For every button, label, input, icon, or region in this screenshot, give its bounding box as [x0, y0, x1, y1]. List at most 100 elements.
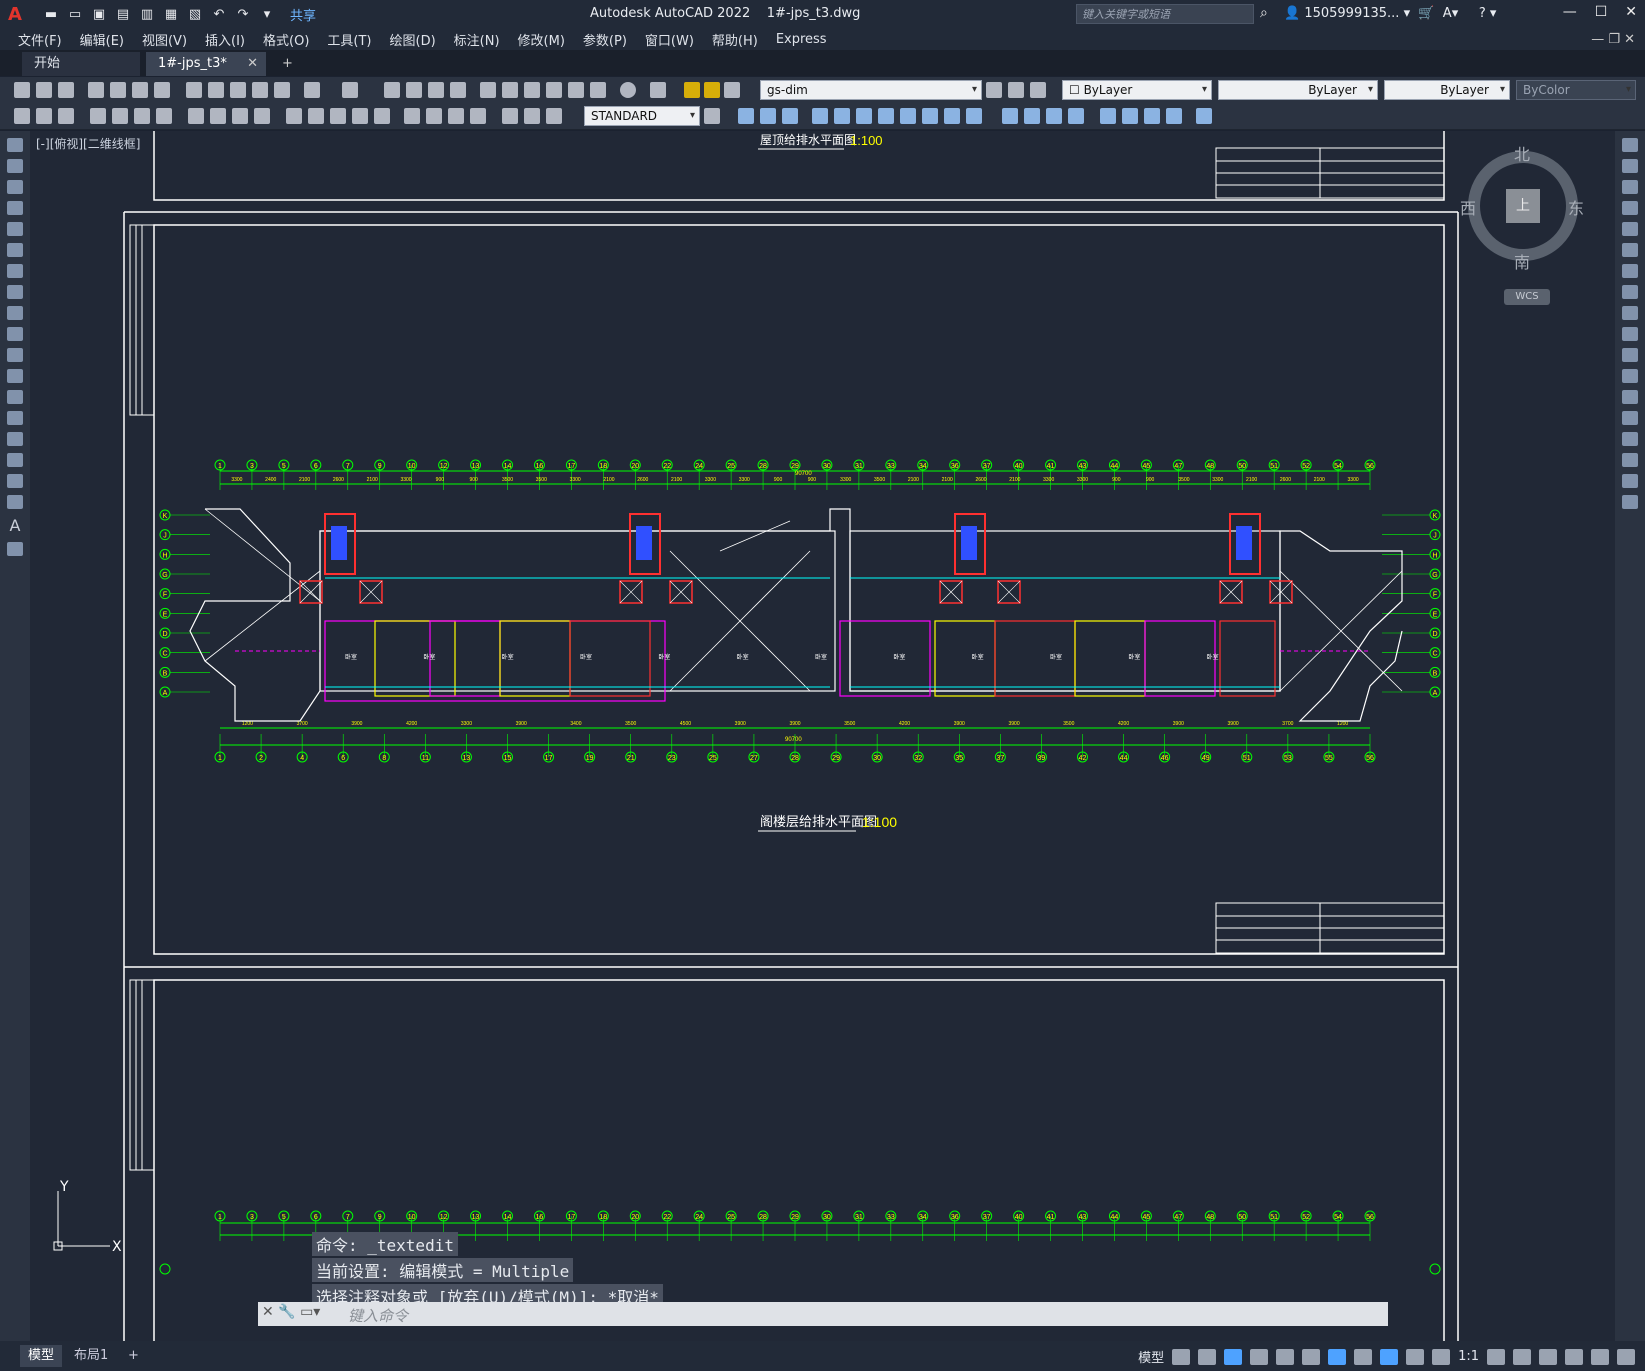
isodraft-icon[interactable] — [1276, 1348, 1295, 1365]
circle-icon[interactable] — [7, 264, 23, 278]
aligned-dim-icon[interactable] — [112, 108, 128, 124]
menu-format[interactable]: 格式(O) — [263, 30, 309, 49]
annotation-monitor-icon[interactable] — [1513, 1348, 1531, 1365]
plot-icon[interactable] — [88, 82, 104, 98]
polygon-icon[interactable] — [7, 201, 23, 215]
linetype-dropdown[interactable]: ByLayer ▾ — [1218, 80, 1378, 100]
continue-dim-icon[interactable] — [330, 108, 346, 124]
extend-icon[interactable] — [1622, 348, 1638, 362]
solid-edit-icon[interactable] — [1068, 108, 1084, 124]
center-mark-icon[interactable] — [426, 108, 442, 124]
layer-dropdown[interactable]: gs-dim ▾ — [760, 80, 982, 100]
publish-icon[interactable] — [132, 82, 148, 98]
rotate-icon[interactable] — [1622, 264, 1638, 278]
solid-edit-icon[interactable] — [1122, 108, 1138, 124]
dim-space-icon[interactable] — [352, 108, 368, 124]
menu-modify[interactable]: 修改(M) — [518, 30, 565, 49]
jogged-dim-icon[interactable] — [210, 108, 226, 124]
stretch-icon[interactable] — [1622, 306, 1638, 320]
match-properties-icon[interactable] — [252, 82, 268, 98]
cut-icon[interactable] — [186, 82, 202, 98]
ellipse-arc-icon[interactable] — [7, 348, 23, 362]
viewport-tool-icon[interactable] — [738, 108, 754, 124]
layer-on-icon[interactable] — [684, 82, 700, 98]
layer-states-icon[interactable] — [1030, 82, 1046, 98]
annotation-visibility-icon[interactable] — [1380, 1348, 1399, 1365]
undo-icon[interactable]: ↶ — [210, 5, 228, 23]
quick-dim-icon[interactable] — [286, 108, 302, 124]
table-icon[interactable] — [7, 495, 23, 509]
compass-west[interactable]: 西 — [1460, 195, 1476, 219]
fillet-icon[interactable] — [1622, 453, 1638, 467]
break-at-point-icon[interactable] — [1622, 369, 1638, 383]
menu-tools[interactable]: 工具(T) — [327, 30, 371, 49]
inspect-icon[interactable] — [448, 108, 464, 124]
menu-insert[interactable]: 插入(I) — [205, 30, 245, 49]
rectangle-icon[interactable] — [7, 222, 23, 236]
polar-icon[interactable] — [1250, 1348, 1269, 1365]
hatch-icon[interactable] — [7, 432, 23, 446]
layer-previous-icon[interactable] — [1008, 82, 1024, 98]
model-space-label[interactable]: 模型 — [1138, 1347, 1164, 1366]
search-input[interactable]: 键入关键字或短语 — [1076, 4, 1254, 24]
menu-view[interactable]: 视图(V) — [142, 30, 187, 49]
new-icon[interactable]: ▬ — [42, 5, 60, 23]
baseline-dim-icon[interactable] — [308, 108, 324, 124]
save-icon[interactable] — [58, 82, 74, 98]
object-snap-icon[interactable] — [1328, 1348, 1347, 1365]
solid-edit-icon[interactable] — [1024, 108, 1040, 124]
layer-properties-icon[interactable] — [650, 82, 666, 98]
object-track-icon[interactable] — [1302, 1348, 1321, 1365]
qnew-icon[interactable] — [14, 82, 30, 98]
tab-start[interactable]: 开始 — [22, 52, 140, 76]
compass-north[interactable]: 北 — [1514, 141, 1530, 165]
menu-window[interactable]: 窗口(W) — [645, 30, 694, 49]
ortho-icon[interactable] — [1224, 1348, 1243, 1365]
solid-tool-icon[interactable] — [856, 108, 872, 124]
menu-file[interactable]: 文件(F) — [18, 30, 62, 49]
viewcube-face[interactable]: 上 — [1506, 189, 1540, 223]
open-icon[interactable]: ▭ — [66, 5, 84, 23]
drawing-canvas[interactable]: [-][俯视][二维线框] 屋顶给排水平面图 1:100 阁楼层给排水平面图 1… — [30, 131, 1615, 1341]
paste-icon[interactable] — [230, 82, 246, 98]
trim-icon[interactable] — [1622, 327, 1638, 341]
markup-icon[interactable] — [568, 82, 584, 98]
wcs-menu[interactable]: WCS — [1504, 289, 1550, 305]
preview-icon[interactable] — [110, 82, 126, 98]
modify-tool-icon[interactable] — [36, 108, 52, 124]
solid-edit-icon[interactable] — [1002, 108, 1018, 124]
maximize-button[interactable]: ☐ — [1595, 4, 1608, 20]
properties-icon[interactable] — [480, 82, 496, 98]
help-icon[interactable] — [620, 82, 636, 98]
copy-object-icon[interactable] — [1622, 159, 1638, 173]
layer-freeze-icon[interactable] — [704, 82, 720, 98]
solid-tool-icon[interactable] — [944, 108, 960, 124]
compass-east[interactable]: 东 — [1568, 195, 1584, 219]
solid-tool-icon[interactable] — [878, 108, 894, 124]
make-current-layer-icon[interactable] — [986, 82, 1002, 98]
sheet-set-icon[interactable] — [546, 82, 562, 98]
color-dropdown[interactable]: ☐ ByLayer ▾ — [1062, 80, 1212, 100]
redo-icon[interactable] — [342, 82, 358, 98]
compass-south[interactable]: 南 — [1514, 249, 1530, 273]
explode-icon[interactable] — [1622, 495, 1638, 509]
tab-current-file[interactable]: 1#-jps_t3* ✕ — [146, 52, 266, 76]
polyline-icon[interactable] — [7, 180, 23, 194]
join-icon[interactable] — [1622, 411, 1638, 425]
annotation-scale-value[interactable]: 1:1 — [1458, 1349, 1479, 1364]
zoom-window-icon[interactable] — [428, 82, 444, 98]
snap-icon[interactable] — [1198, 1348, 1217, 1365]
viewport-tool-icon[interactable] — [782, 108, 798, 124]
scale-icon[interactable] — [1622, 285, 1638, 299]
isolate-objects-icon[interactable] — [1539, 1348, 1557, 1365]
command-line[interactable]: ✕ 🔧 ▭▾ 键入命令 — [258, 1302, 1388, 1326]
blend-curves-icon[interactable] — [1622, 474, 1638, 488]
break-icon[interactable] — [1622, 390, 1638, 404]
construction-line-icon[interactable] — [7, 159, 23, 173]
offset-icon[interactable] — [1622, 201, 1638, 215]
tool-palettes-icon[interactable] — [524, 82, 540, 98]
dim-break-icon[interactable] — [374, 108, 390, 124]
solid-tool-icon[interactable] — [922, 108, 938, 124]
pan-icon[interactable] — [384, 82, 400, 98]
lineweight-icon[interactable] — [1354, 1348, 1373, 1365]
